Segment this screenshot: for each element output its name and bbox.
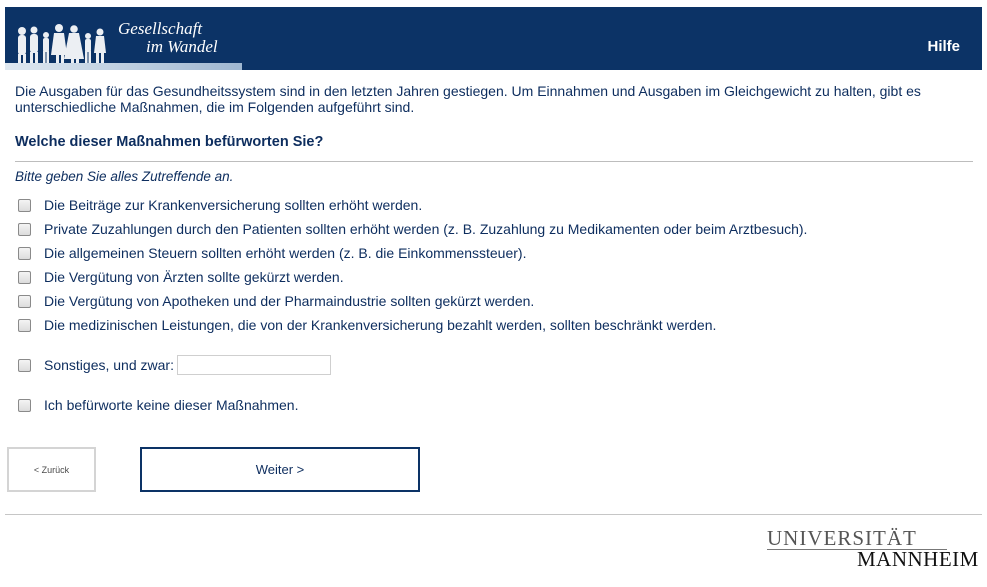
option-row[interactable]: Die medizinischen Leistungen, die von de… (18, 316, 716, 334)
logo-line-1: Gesellschaft (118, 19, 203, 38)
option-row[interactable]: Die Vergütung von Apotheken und der Phar… (18, 292, 534, 310)
checkbox[interactable] (18, 270, 31, 284)
checkbox[interactable] (18, 318, 31, 332)
header-bar: Gesellschaft im Wandel Hilfe (5, 7, 982, 70)
header-accent-strip (5, 63, 242, 70)
option-label: Die Vergütung von Ärzten sollte gekürzt … (44, 269, 344, 285)
university-logo-line-1: UNIVERSITÄT (767, 526, 917, 550)
option-label: Private Zuzahlungen durch den Patienten … (44, 221, 808, 237)
option-row-none[interactable]: Ich befürworte keine dieser Maßnahmen. (18, 396, 298, 414)
option-row[interactable]: Die Vergütung von Ärzten sollte gekürzt … (18, 268, 344, 286)
help-link[interactable]: Hilfe (927, 38, 960, 55)
next-button[interactable]: Weiter > (140, 447, 420, 492)
checkbox[interactable] (18, 294, 31, 308)
none-option-label: Ich befürworte keine dieser Maßnahmen. (44, 397, 299, 413)
back-button[interactable]: < Zurück (7, 447, 96, 492)
option-row[interactable]: Die allgemeinen Steuern sollten erhöht w… (18, 244, 526, 262)
instruction-text: Bitte geben Sie alles Zutreffende an. (15, 169, 234, 184)
option-row-other[interactable]: Sonstiges, und zwar: (18, 355, 331, 375)
option-label: Die Vergütung von Apotheken und der Phar… (44, 293, 535, 309)
intro-text: Die Ausgaben für das Gesundheitssystem s… (15, 83, 921, 115)
university-logo-line-2: MANNHEIM (857, 547, 979, 571)
option-label: Die medizinischen Leistungen, die von de… (44, 317, 717, 333)
option-label: Die Beiträge zur Krankenversicherung sol… (44, 197, 423, 213)
logo-underline (767, 549, 947, 550)
divider (15, 161, 973, 162)
checkbox[interactable] (18, 222, 31, 236)
footer-divider (5, 514, 982, 515)
checkbox-other[interactable] (18, 358, 31, 372)
option-label: Die allgemeinen Steuern sollten erhöht w… (44, 245, 527, 261)
logo-line-2: im Wandel (146, 37, 218, 56)
other-text-input[interactable] (176, 355, 331, 375)
option-row[interactable]: Private Zuzahlungen durch den Patienten … (18, 220, 807, 238)
people-silhouette-logo-icon (18, 24, 106, 67)
option-row[interactable]: Die Beiträge zur Krankenversicherung sol… (18, 196, 422, 214)
other-option-label: Sonstiges, und zwar: (44, 357, 174, 373)
checkbox[interactable] (18, 198, 31, 212)
checkbox-none[interactable] (18, 398, 31, 412)
checkbox[interactable] (18, 246, 31, 260)
question-title: Welche dieser Maßnahmen befürworten Sie? (15, 134, 324, 150)
site-logo-text: Gesellschaft im Wandel (118, 20, 218, 56)
